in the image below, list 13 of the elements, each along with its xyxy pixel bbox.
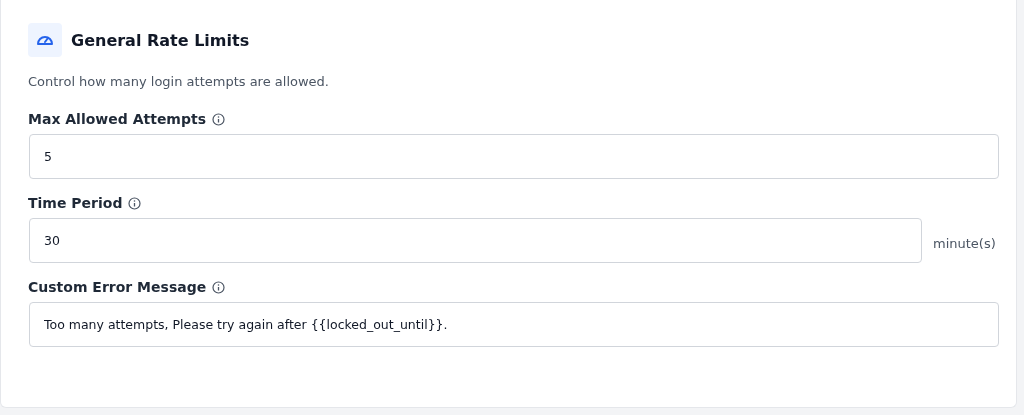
input-field[interactable]: 30 bbox=[29, 218, 922, 263]
input-field[interactable]: Too many attempts, Please try again after {{locked_out_until}}. bbox=[29, 302, 999, 347]
info-icon[interactable] bbox=[128, 196, 142, 210]
info-icon[interactable] bbox=[212, 112, 225, 126]
input-field[interactable]: 5 bbox=[29, 134, 999, 179]
gauge-icon bbox=[28, 23, 62, 57]
section-description: Control how many login attempts are allowed. bbox=[28, 74, 330, 89]
section-title: General Rate Limits bbox=[71, 30, 250, 50]
field-label: Time Period bbox=[28, 195, 123, 211]
unit-label: minute(s) bbox=[933, 235, 997, 251]
info-icon[interactable] bbox=[212, 280, 226, 294]
field-label: Max Allowed Attempts bbox=[28, 111, 206, 127]
field-label: Custom Error Message bbox=[28, 279, 207, 295]
